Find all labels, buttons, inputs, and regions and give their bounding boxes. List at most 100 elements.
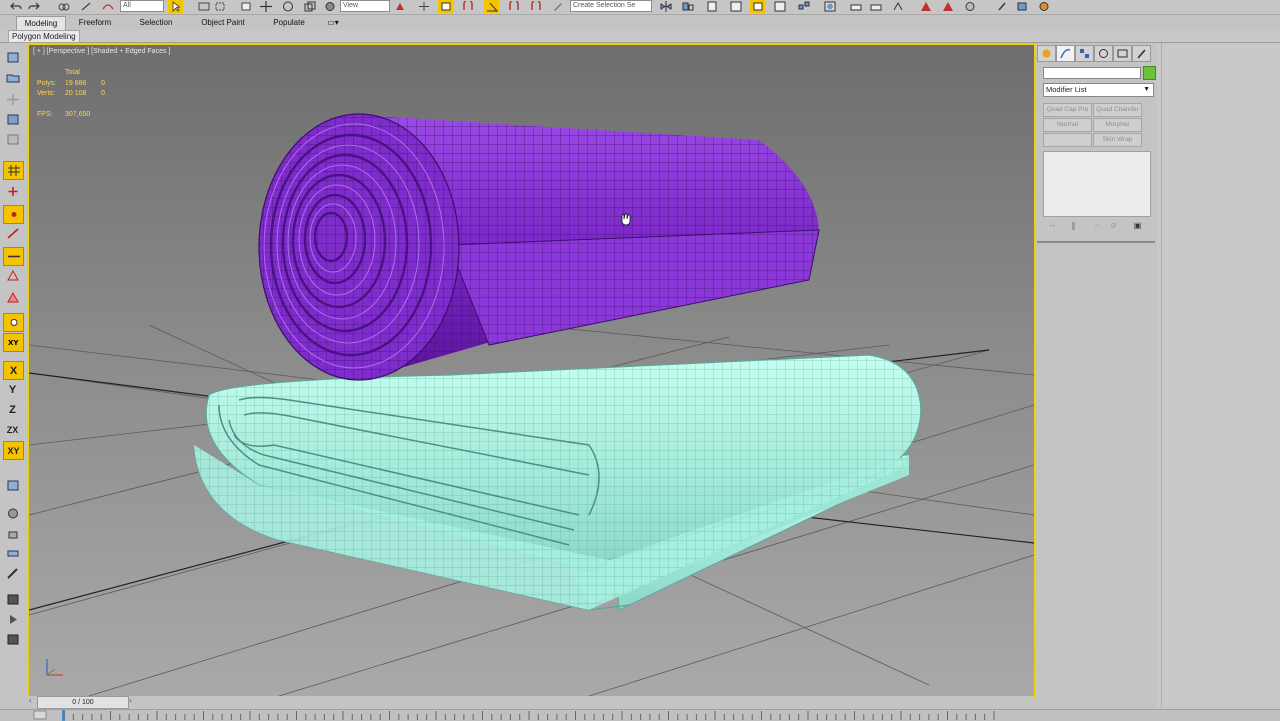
create-vertex-icon[interactable] (3, 183, 22, 200)
maximize-viewport-icon[interactable] (3, 111, 22, 128)
tab-selection[interactable]: Selection (128, 16, 184, 29)
time-slider[interactable]: ‹ 0 / 100 › (27, 696, 1032, 709)
tab-freeform[interactable]: Freeform (70, 16, 120, 29)
rectangular-selection-icon[interactable] (212, 0, 227, 13)
polygon-modeling-panel-label[interactable]: Polygon Modeling (8, 30, 80, 43)
select-and-link-icon[interactable] (56, 0, 71, 13)
scene-explorer-icon[interactable] (750, 0, 765, 13)
pivot-settings-icon[interactable] (3, 313, 24, 332)
creative-market-icon[interactable] (1036, 0, 1051, 13)
scale-icon[interactable] (302, 0, 317, 13)
bind-to-space-warp-icon[interactable] (100, 0, 115, 13)
sphere-icon[interactable] (3, 505, 22, 522)
schematic-view-icon[interactable] (796, 0, 811, 13)
motion-tab-icon[interactable] (1094, 45, 1113, 62)
render-production-icon[interactable] (890, 0, 905, 13)
empty-modifier-button[interactable] (1043, 133, 1092, 147)
constraint-xy[interactable]: XY (3, 441, 24, 460)
select-manipulate-icon[interactable] (416, 0, 431, 13)
hierarchy-tab-icon[interactable] (1075, 45, 1094, 62)
track-bar[interactable] (0, 709, 1280, 721)
modifier-list-dropdown[interactable]: Modifier List ▼ (1043, 83, 1154, 97)
remove-modifier-icon[interactable]: ⊘ (1107, 221, 1120, 232)
utilities-tab-icon[interactable] (1132, 45, 1151, 62)
edit-named-selection-icon[interactable] (550, 0, 565, 13)
constraint-zx[interactable]: ZX (3, 421, 22, 438)
quick-render-icon[interactable] (3, 591, 22, 608)
polygon-mode-icon[interactable] (3, 267, 22, 284)
skin-wrap-button[interactable]: Skin Wrap (1093, 133, 1142, 147)
redo-icon[interactable] (26, 0, 41, 13)
next-frame-icon[interactable]: › (129, 696, 132, 705)
render-icon[interactable] (918, 0, 933, 13)
play-icon[interactable] (3, 611, 22, 628)
render-activeshade-icon[interactable] (962, 0, 977, 13)
constraint-plane-icon[interactable]: XY (3, 333, 24, 352)
modify-tab-icon[interactable] (1056, 45, 1075, 62)
previous-frame-icon[interactable]: ‹ (29, 696, 32, 705)
align-icon[interactable] (680, 0, 695, 13)
rotate-icon[interactable] (280, 0, 295, 13)
open-file-icon[interactable] (3, 69, 22, 86)
keyboard-shortcut-toggle-icon[interactable] (438, 0, 453, 13)
reference-coord-dropdown[interactable]: View (340, 0, 390, 12)
preview-icon[interactable] (3, 631, 22, 648)
teapot-icon[interactable] (3, 525, 22, 542)
morpher-button[interactable]: Morpher (1093, 118, 1142, 132)
render-iterative-icon[interactable] (940, 0, 955, 13)
curve-editor-icon[interactable] (772, 0, 787, 13)
folded-towel[interactable] (193, 354, 922, 611)
unlink-icon[interactable] (78, 0, 93, 13)
select-object-icon[interactable] (168, 0, 183, 13)
rendered-frame-window-icon[interactable] (868, 0, 883, 13)
render-setup-icon[interactable] (848, 0, 863, 13)
window-crossing-icon[interactable] (238, 0, 253, 13)
make-unique-icon[interactable]: ∩ (1091, 221, 1104, 232)
new-scene-icon[interactable] (3, 49, 22, 66)
material-editor-icon[interactable] (822, 0, 837, 13)
select-and-place-icon[interactable] (322, 0, 337, 13)
tube-icon[interactable] (3, 545, 22, 562)
edge-mode-icon[interactable] (3, 225, 22, 242)
graphite-grid-icon[interactable] (3, 161, 24, 180)
tab-object-paint[interactable]: Object Paint (192, 16, 254, 29)
object-name-field[interactable] (1043, 67, 1141, 79)
scene-states-icon[interactable] (1014, 0, 1029, 13)
toggle-ribbon-icon[interactable] (728, 0, 743, 13)
undo-icon[interactable] (8, 0, 23, 13)
layer-manager-icon[interactable] (704, 0, 719, 13)
constraint-x[interactable]: X (3, 361, 24, 380)
display-tab-icon[interactable] (1113, 45, 1132, 62)
viewport-label[interactable]: [ + ] [Perspective ] [Shaded + Edged Fac… (33, 48, 170, 55)
normal-button[interactable]: Normal (1043, 118, 1092, 132)
viewcube-icon[interactable] (3, 477, 22, 494)
panel-divider[interactable] (1037, 241, 1155, 243)
named-selection-sets-dropdown[interactable]: Create Selection Se (570, 0, 652, 12)
element-mode-icon[interactable] (3, 289, 22, 306)
select-by-name-icon[interactable] (196, 0, 211, 13)
configure-modifier-sets-icon[interactable]: ▣ (1131, 221, 1144, 232)
constraint-z[interactable]: Z (3, 401, 22, 418)
border-mode-icon[interactable] (3, 247, 24, 266)
quad-chamfer-button[interactable]: Quad Chamfer (1093, 103, 1142, 117)
create-tab-icon[interactable] (1037, 45, 1056, 62)
perspective-viewport[interactable]: [ + ] [Perspective ] [Shaded + Edged Fac… (27, 43, 1036, 698)
tools-icon[interactable] (3, 565, 22, 582)
viewport-layout-icon[interactable] (3, 131, 22, 148)
snaps-toggle-icon[interactable] (460, 0, 475, 13)
object-color-swatch[interactable] (1143, 66, 1156, 80)
vertex-mode-icon[interactable] (3, 205, 24, 224)
pin-stack-icon[interactable]: ⊣ (1045, 221, 1058, 232)
rolled-towel[interactable] (258, 113, 820, 381)
move-icon[interactable] (258, 0, 273, 13)
selection-filter-dropdown[interactable]: All (120, 0, 164, 12)
angle-snap-icon[interactable] (484, 0, 499, 13)
tab-populate[interactable]: Populate (262, 16, 316, 29)
time-slider-thumb[interactable]: 0 / 100 (37, 696, 129, 709)
open-autodesk-icon[interactable] (994, 0, 1009, 13)
constraint-y[interactable]: Y (3, 381, 22, 398)
ribbon-options-icon[interactable]: ▭▾ (322, 16, 344, 29)
mirror-icon[interactable] (658, 0, 673, 13)
spinner-snap-icon[interactable] (528, 0, 543, 13)
modifier-stack[interactable] (1043, 151, 1151, 217)
